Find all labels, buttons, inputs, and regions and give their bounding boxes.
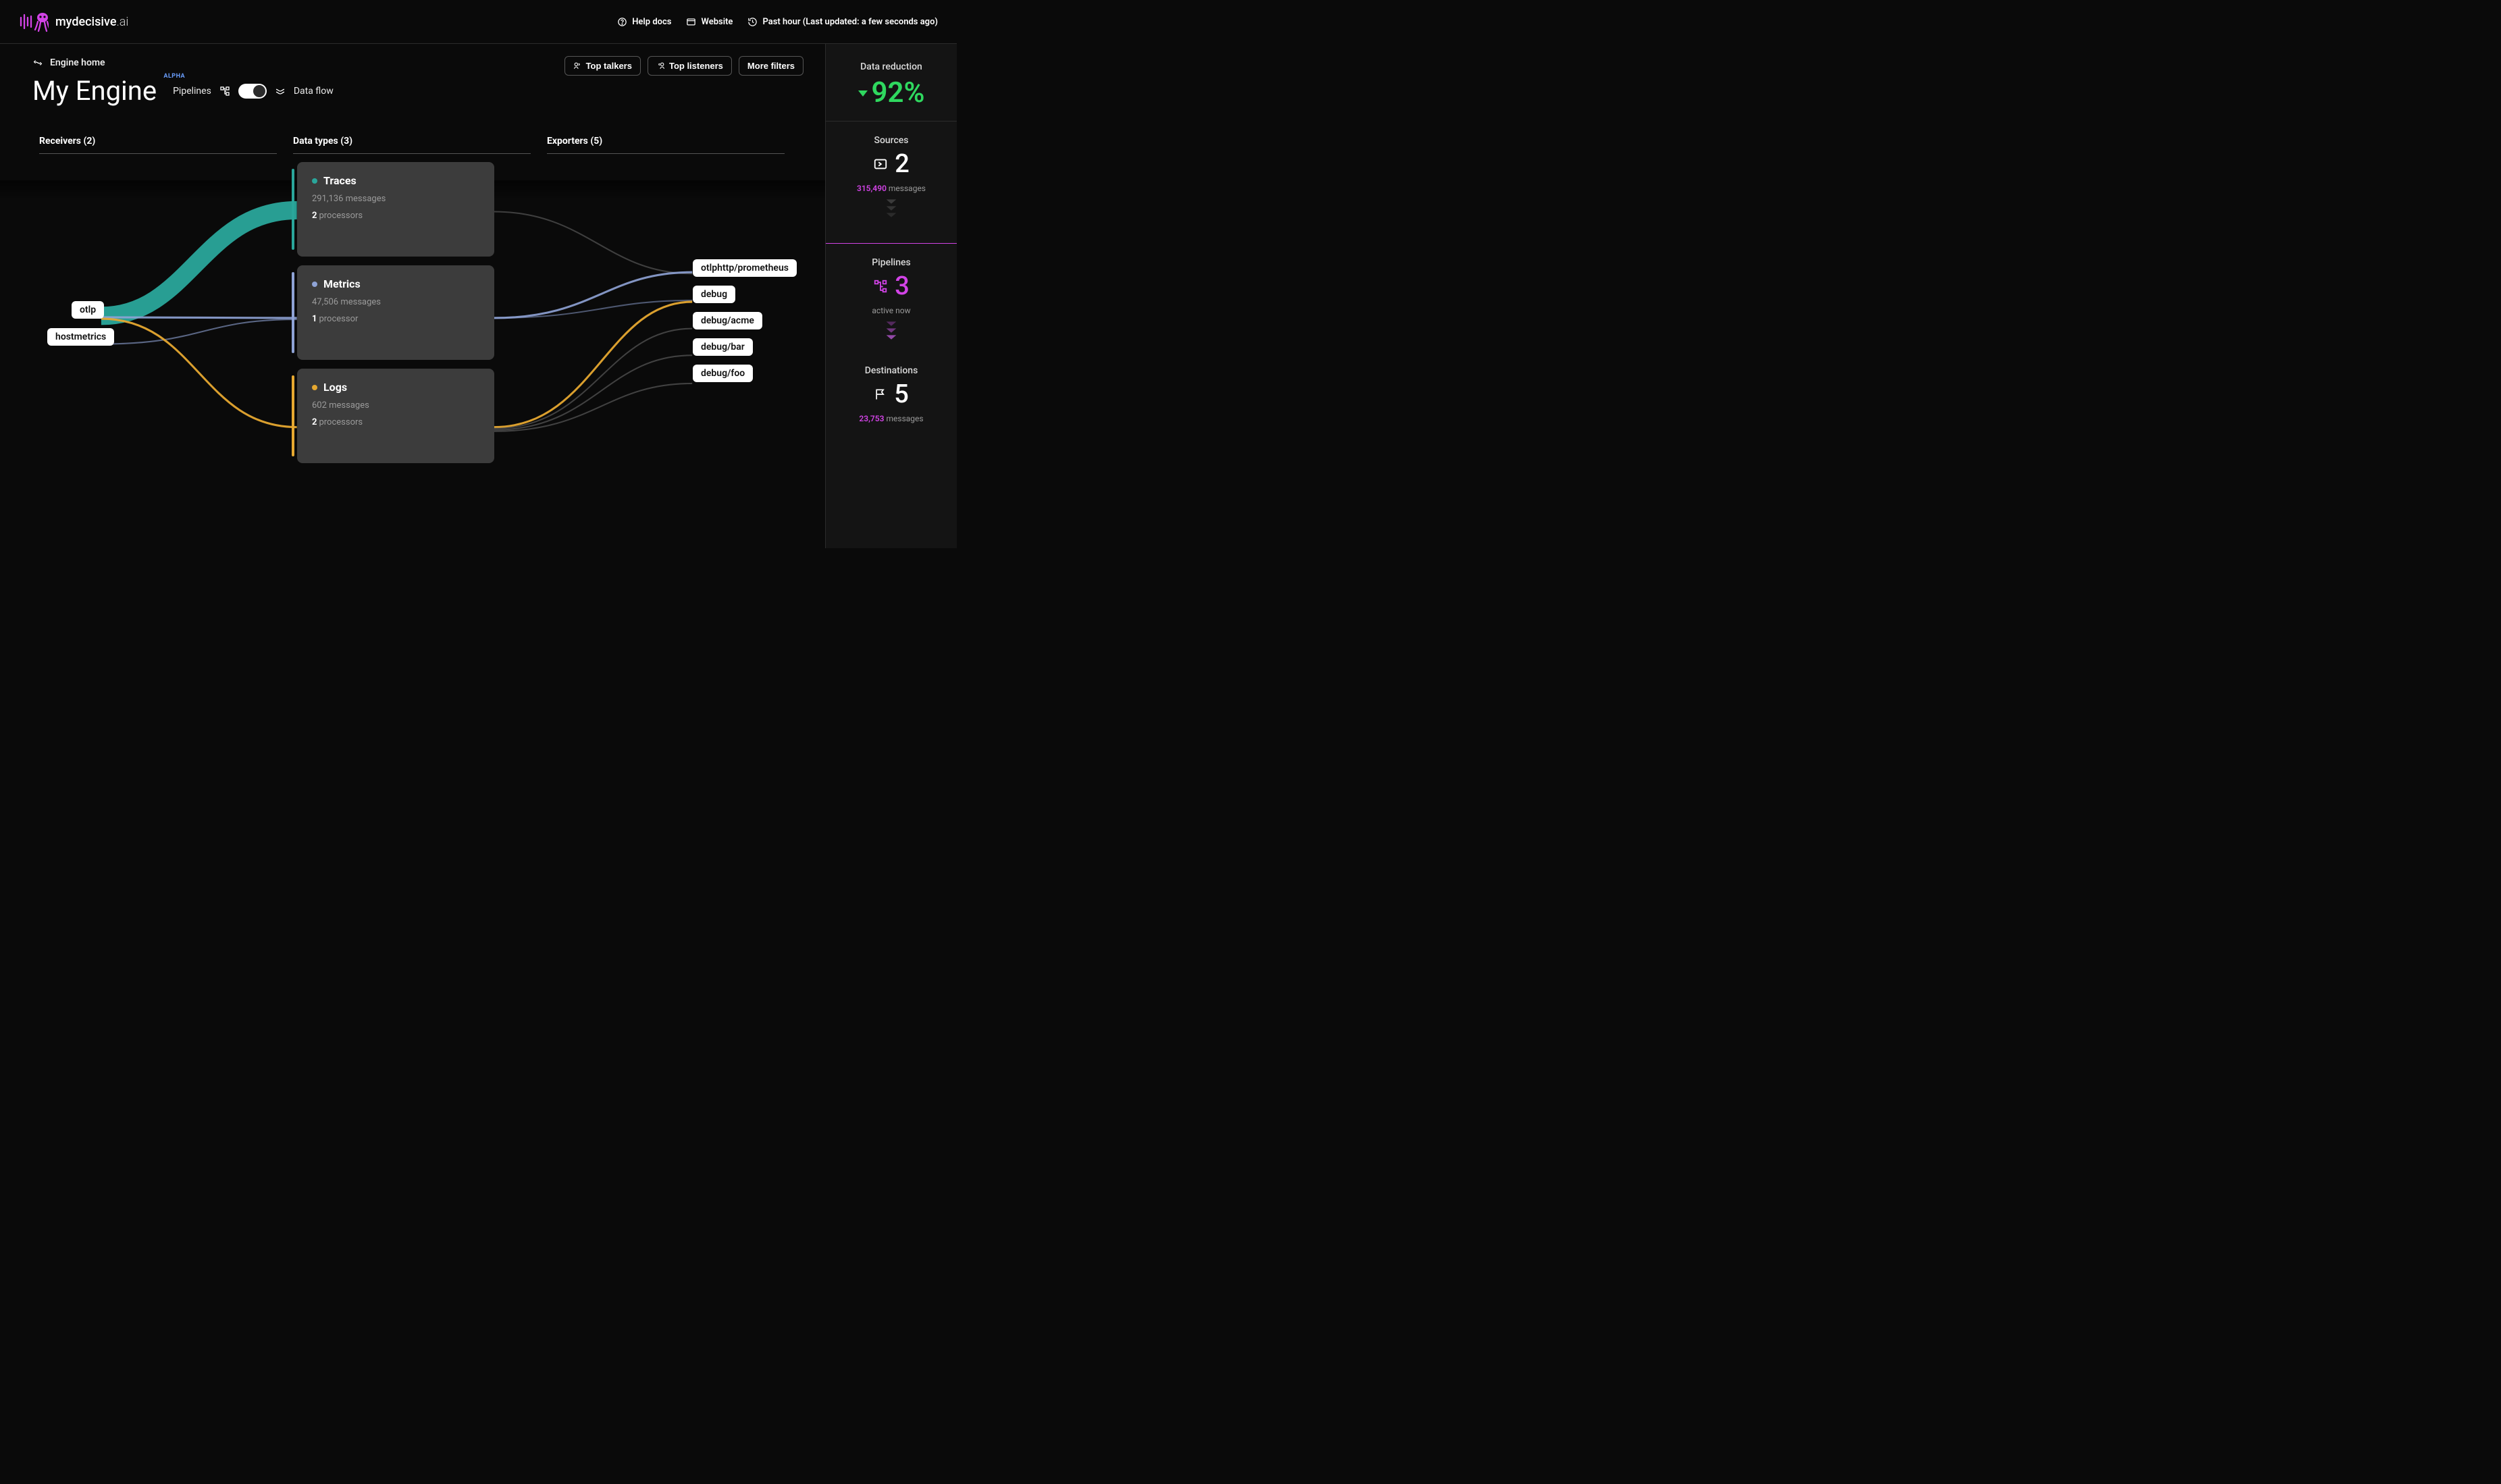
pipelines-icon bbox=[219, 86, 230, 97]
datatypes-header: Data types (3) bbox=[293, 136, 531, 154]
datatype-logs-card[interactable]: Logs 602 messages 2processors bbox=[297, 369, 494, 463]
sources-block: Sources 2 315,490 messages bbox=[826, 135, 957, 243]
exporter-debug-acme[interactable]: debug/acme bbox=[693, 312, 762, 329]
chevron-down-icon bbox=[835, 321, 947, 341]
engine-icon bbox=[32, 57, 43, 68]
talkers-icon bbox=[573, 61, 582, 70]
dataflow-label: Data flow bbox=[294, 86, 334, 97]
main-content: Engine home My Engine ALPHA Pipelines Da… bbox=[0, 44, 826, 548]
exporters-header: Exporters (5) bbox=[547, 136, 785, 154]
chevron-down-icon bbox=[835, 198, 947, 219]
receiver-otlp[interactable]: otlp bbox=[72, 301, 104, 319]
exporter-debug-bar[interactable]: debug/bar bbox=[693, 338, 753, 356]
data-reduction-block: Data reduction 92% bbox=[826, 61, 957, 122]
view-toggle[interactable] bbox=[238, 84, 267, 99]
destinations-block: Destinations 5 23,753 messages bbox=[826, 365, 957, 441]
history-icon bbox=[747, 17, 758, 27]
topbar: mydecisive.ai Help docs Website Past hou… bbox=[0, 0, 957, 44]
exporter-debug-foo[interactable]: debug/foo bbox=[693, 365, 753, 382]
datatype-metrics-card[interactable]: Metrics 47,506 messages 1processor bbox=[297, 265, 494, 360]
exporter-debug[interactable]: debug bbox=[693, 286, 735, 303]
input-icon bbox=[873, 157, 888, 171]
dataflow-icon bbox=[275, 86, 286, 97]
summary-sidebar: Data reduction 92% Sources 2 315,490 mes… bbox=[826, 44, 957, 548]
logo-icon bbox=[19, 9, 49, 34]
time-range-picker[interactable]: Past hour (Last updated: a few seconds a… bbox=[747, 17, 938, 27]
arrow-down-icon bbox=[858, 90, 868, 97]
pipelines-icon bbox=[873, 279, 888, 294]
top-talkers-button[interactable]: Top talkers bbox=[564, 56, 641, 76]
logo[interactable]: mydecisive.ai bbox=[19, 9, 128, 34]
receivers-header: Receivers (2) bbox=[39, 136, 277, 154]
browser-icon bbox=[686, 17, 696, 27]
more-filters-button[interactable]: More filters bbox=[739, 56, 804, 76]
flag-icon bbox=[874, 388, 887, 401]
exporter-otlphttp-prometheus[interactable]: otlphttp/prometheus bbox=[693, 259, 797, 277]
help-docs-link[interactable]: Help docs bbox=[617, 17, 671, 27]
alpha-badge: ALPHA bbox=[163, 74, 185, 80]
listeners-icon bbox=[656, 61, 665, 70]
help-icon bbox=[617, 17, 627, 27]
pipelines-label: Pipelines bbox=[173, 86, 211, 97]
logo-text: mydecisive.ai bbox=[55, 15, 128, 29]
website-link[interactable]: Website bbox=[686, 17, 733, 27]
flow-canvas: otlp hostmetrics Traces 291,136 messages… bbox=[0, 154, 825, 548]
top-listeners-button[interactable]: Top listeners bbox=[648, 56, 732, 76]
datatype-traces-card[interactable]: Traces 291,136 messages 2processors bbox=[297, 162, 494, 257]
page-title: My Engine ALPHA bbox=[32, 78, 157, 105]
receiver-hostmetrics[interactable]: hostmetrics bbox=[47, 328, 114, 346]
pipelines-block: Pipelines 3 active now bbox=[826, 243, 957, 365]
